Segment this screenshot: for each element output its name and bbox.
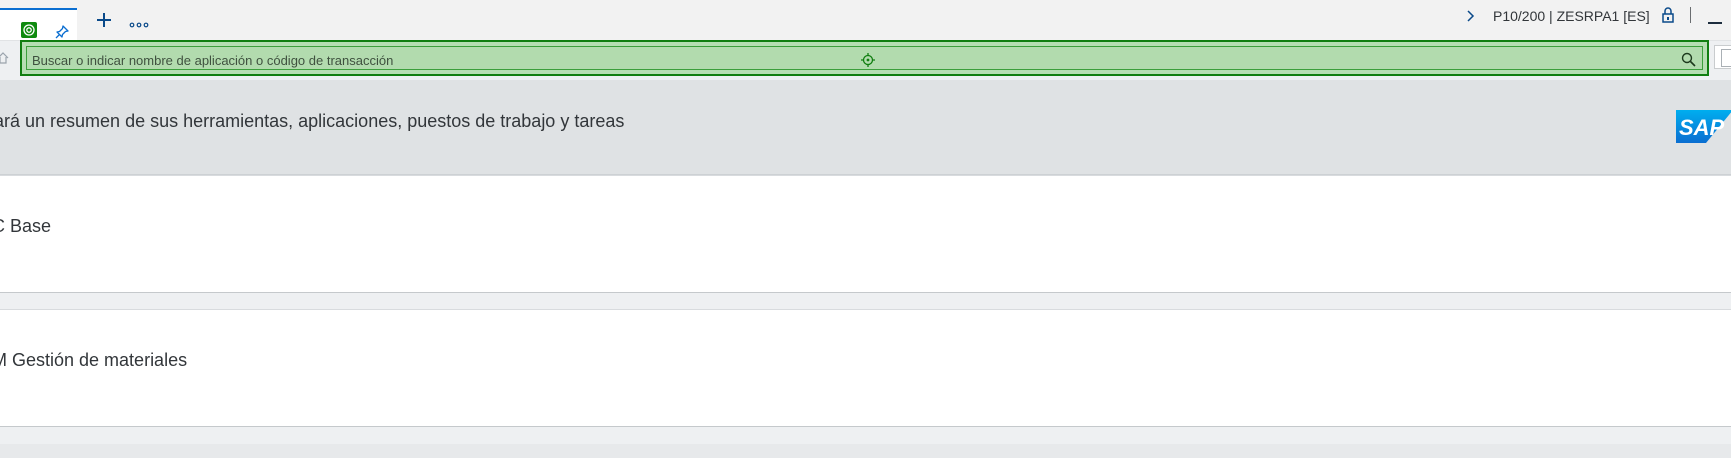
search-box [26, 46, 1703, 70]
home-icon[interactable] [0, 51, 9, 65]
top-bar: P10/200 | ZESRPA1 [ES] [0, 0, 1731, 41]
minimize-icon[interactable] [1708, 22, 1722, 24]
side-panel-button[interactable] [1714, 45, 1731, 69]
card-label: M Gestión de materiales [0, 350, 188, 370]
svg-text:SAP: SAP [1679, 115, 1725, 140]
search-icon[interactable] [1681, 52, 1696, 67]
search-input[interactable] [32, 50, 632, 70]
system-info: P10/200 | ZESRPA1 [ES] [1493, 8, 1650, 24]
app-card[interactable]: M Gestión de materiales [0, 309, 1731, 427]
sap-logo: SAP [1676, 110, 1731, 143]
active-tab[interactable] [0, 8, 77, 40]
add-tab-icon[interactable] [94, 10, 114, 30]
bottom-strip [0, 444, 1731, 458]
more-icon[interactable] [129, 18, 149, 30]
welcome-text: ará un resumen de sus herramientas, apli… [0, 111, 625, 131]
lock-icon[interactable] [1660, 6, 1676, 24]
card-label: C Base [0, 216, 52, 236]
target-icon [861, 53, 875, 67]
divider [1690, 7, 1691, 23]
app-card[interactable]: C Base [0, 175, 1731, 293]
search-field-highlight [20, 40, 1709, 76]
pin-icon[interactable] [54, 24, 70, 40]
chevron-right-icon[interactable] [1464, 9, 1476, 23]
panel-icon [1721, 49, 1731, 67]
target-badge-icon [21, 22, 37, 38]
